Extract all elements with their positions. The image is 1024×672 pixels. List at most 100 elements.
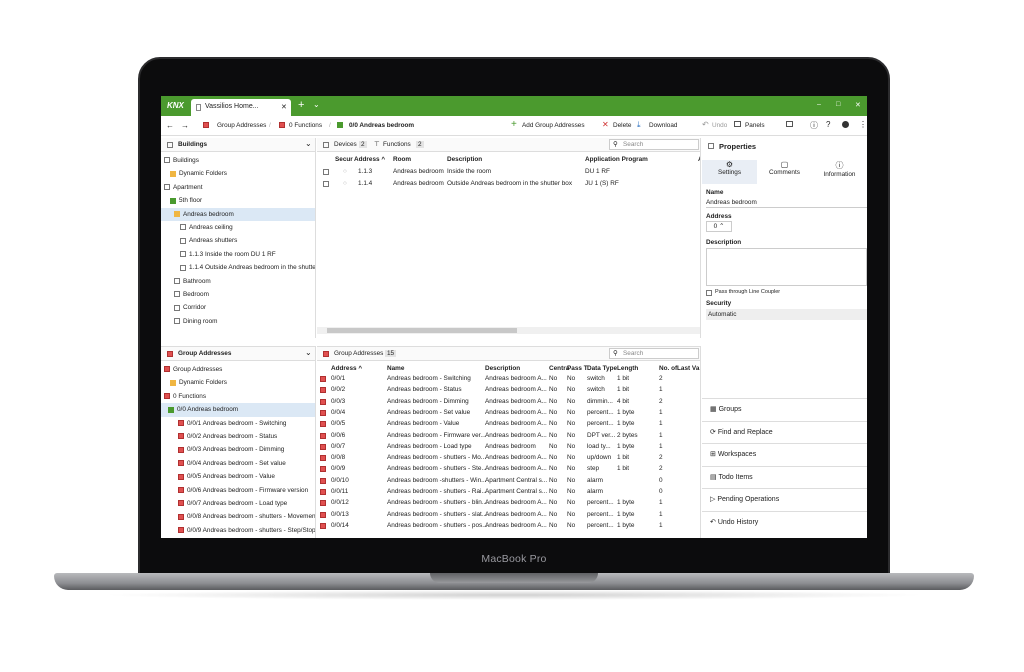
column-header[interactable]: Address ^ [354, 156, 385, 163]
tree-item-label: Andreas ceiling [189, 224, 233, 231]
side-item-workspaces[interactable]: ⊞ Workspaces [702, 443, 867, 465]
pass-through-checkbox[interactable] [706, 290, 712, 296]
download-icon[interactable]: ⤓ [637, 120, 641, 130]
tree-item[interactable]: 0/0/2 Andreas bedroom - Status [161, 430, 315, 443]
tree-item[interactable]: 1.1.4 Outside Andreas bedroom in the shu… [161, 261, 315, 274]
tree-item[interactable]: Buildings [161, 154, 315, 167]
tree-item[interactable]: Apartment [161, 181, 315, 194]
screen: KNX Vassilios Home... ✕ + ⌄ – □ ✕ ← → Gr… [161, 96, 867, 538]
chevron-down-icon[interactable]: ⌄ [305, 348, 312, 357]
tree-item[interactable]: 0/0/9 Andreas bedroom - shutters - Step/… [161, 524, 315, 537]
info-icon[interactable]: ⓘ [810, 120, 818, 131]
column-header[interactable]: A [698, 156, 700, 163]
tree-item[interactable]: 0/0/3 Andreas bedroom - Dimming [161, 443, 315, 456]
column-header[interactable]: Application Program [585, 156, 648, 163]
group-address-icon [320, 421, 326, 428]
tree-item[interactable]: 5th floor [161, 194, 315, 207]
tree-item[interactable]: 0/0/5 Andreas bedroom - Value [161, 470, 315, 483]
tree-item[interactable]: 0/0/6 Andreas bedroom - Firmware version [161, 484, 315, 497]
column-header[interactable]: Pass T [567, 365, 588, 372]
column-header[interactable]: No. of [659, 365, 677, 372]
tree-item-label: 0/0/8 Andreas bedroom - shutters - Movem… [187, 513, 315, 521]
address-field[interactable]: 0 ⌃ [706, 221, 732, 232]
delete-button[interactable]: Delete [613, 122, 631, 129]
breadcrumb-functions[interactable]: 0 Functions [289, 122, 322, 129]
tree-item[interactable]: Group Addresses [161, 363, 315, 376]
add-group-addresses-button[interactable]: Add Group Addresses [522, 122, 585, 129]
description-field[interactable] [706, 248, 867, 286]
tree-item[interactable]: 0/0/1 Andreas bedroom - Switching [161, 417, 315, 430]
tree-item[interactable]: 0/0/4 Andreas bedroom - Set value [161, 457, 315, 470]
tree-item[interactable]: Bedroom [161, 288, 315, 301]
group-address-icon [320, 511, 326, 518]
table-cell: No [549, 488, 558, 495]
account-icon[interactable] [842, 121, 849, 128]
project-tab[interactable]: Vassilios Home... ✕ [191, 99, 291, 116]
layout-icon[interactable] [786, 121, 793, 127]
chevron-down-icon[interactable]: ⌄ [305, 139, 312, 148]
side-item-groups[interactable]: ▦ Groups [702, 398, 867, 420]
column-header[interactable]: Description [447, 156, 482, 163]
side-item-find-replace[interactable]: ⟳ Find and Replace [702, 420, 867, 443]
tree-item[interactable]: Andreas ceiling [161, 221, 315, 234]
maximize-button[interactable]: □ [836, 101, 840, 108]
side-item-pending[interactable]: ▷ Pending Operations [702, 488, 867, 510]
side-item-label: Undo History [717, 519, 759, 526]
tree-item[interactable]: 1.1.3 Inside the room DU 1 RF [161, 248, 315, 261]
tab-close-icon[interactable]: ✕ [281, 103, 287, 111]
horizontal-scrollbar[interactable] [317, 327, 700, 334]
tree-item[interactable]: Corridor [161, 301, 315, 314]
close-button[interactable]: ✕ [855, 101, 861, 109]
tab-devices[interactable]: Devices [334, 141, 357, 148]
tab-information[interactable]: ⓘ Information [812, 160, 867, 184]
devices-panel: Devices 2 ⊤ Functions 2 ⚲ Search Secur Ad… [317, 138, 701, 338]
column-header[interactable]: Data Type [587, 365, 617, 372]
tree-item[interactable]: Dining room [161, 315, 315, 328]
name-field[interactable]: Andreas bedroom [706, 197, 867, 208]
back-icon[interactable]: ← [166, 121, 174, 130]
side-item-todo[interactable]: ▤ Todo Items [702, 465, 867, 488]
table-cell: percent... [587, 408, 614, 416]
breadcrumb-current[interactable]: 0/0 Andreas bedroom [349, 122, 414, 129]
tab-functions[interactable]: Functions [383, 141, 411, 148]
delete-icon[interactable]: ✕ [602, 120, 609, 129]
column-header[interactable]: Description [485, 365, 520, 372]
column-header[interactable]: Secur [335, 156, 353, 163]
column-header[interactable]: Name [387, 365, 404, 372]
tree-item[interactable]: Dynamic Folders [161, 167, 315, 180]
table-cell: Andreas bedroom A... [485, 454, 547, 462]
panels-icon[interactable] [734, 121, 741, 127]
panels-button[interactable]: Panels [745, 122, 765, 129]
download-button[interactable]: Download [649, 122, 677, 129]
tree-item[interactable]: 0/0 Andreas bedroom [161, 403, 315, 417]
tree-item[interactable]: Dynamic Folders [161, 376, 315, 389]
column-header[interactable]: Last Va [677, 365, 699, 372]
undo-icon[interactable]: ↶ [702, 120, 709, 129]
more-icon[interactable]: ⋮ [859, 120, 867, 129]
table-cell: Andreas bedroom - shutters - slat... [387, 510, 488, 518]
new-tab-icon[interactable]: + [298, 99, 304, 111]
tree-item[interactable]: Andreas shutters [161, 234, 315, 247]
column-header[interactable]: Length [617, 365, 638, 372]
tree-item[interactable]: Bathroom [161, 275, 315, 288]
tab-group-addresses[interactable]: Group Addresses [334, 350, 383, 357]
tree-node-icon [180, 237, 186, 244]
column-header[interactable]: Room [393, 156, 411, 163]
minimize-button[interactable]: – [817, 101, 821, 108]
forward-icon[interactable]: → [181, 121, 189, 130]
side-item-undo-history[interactable]: ↶ Undo History [702, 511, 867, 533]
help-icon[interactable]: ? [826, 120, 830, 129]
tree-item[interactable]: 0 Functions [161, 390, 315, 403]
tree-item[interactable]: Andreas bedroom [161, 207, 315, 221]
column-header[interactable]: Address ^ [331, 365, 362, 372]
add-icon[interactable]: + [511, 119, 517, 130]
tree-item[interactable]: 0/0/7 Andreas bedroom - Load type [161, 497, 315, 510]
table-cell: No [549, 431, 558, 439]
chevron-down-icon[interactable]: ⌄ [313, 100, 320, 109]
tree-item[interactable]: 0/0/8 Andreas bedroom - shutters - Movem… [161, 510, 315, 523]
breadcrumb-group-addresses[interactable]: Group Addresses [217, 122, 266, 129]
tab-settings[interactable]: ⚙ Settings [702, 160, 757, 184]
undo-button[interactable]: Undo [712, 122, 727, 129]
tab-comments[interactable]: ▢ Comments [757, 160, 812, 184]
security-select[interactable]: Automatic [706, 309, 867, 320]
